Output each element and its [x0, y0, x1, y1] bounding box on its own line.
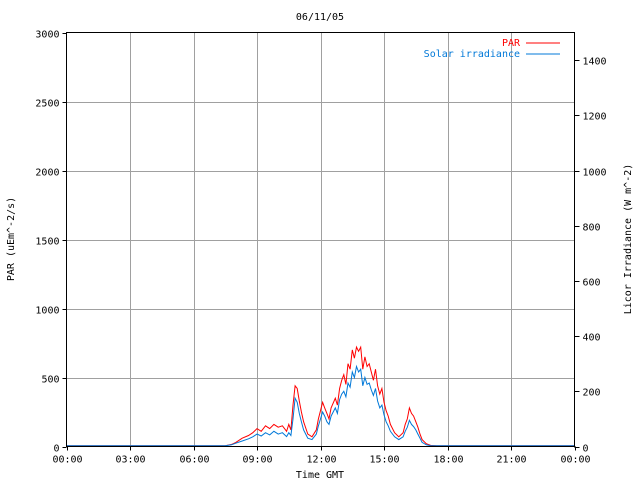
y2-tick-label: 1200 — [583, 112, 607, 123]
y2-tick-label: 1000 — [583, 168, 607, 179]
series-line-par — [66, 345, 575, 447]
chart: 00:00 03:00 06:00 09:00 12:00 15:00 18:00 21:00… — [6, 12, 634, 480]
y2-tick-label: 1400 — [583, 57, 607, 68]
y-tick-label: 2000 — [35, 168, 59, 179]
y-tick-label: 500 — [41, 375, 59, 386]
y-tick-label: 1500 — [35, 237, 59, 248]
plot-frame — [66, 32, 575, 447]
legend-label-solar: Solar irradiance — [424, 49, 520, 60]
y-tick-label: 1000 — [35, 306, 59, 317]
x-axis-label: Time GMT — [296, 470, 344, 480]
x-tick-label: 15:00 — [369, 455, 399, 466]
y-axis-label: PAR (uEm^-2/s) — [6, 197, 17, 281]
y2-tick-label: 800 — [583, 223, 601, 234]
y2-tick-label: 200 — [583, 388, 601, 399]
y2-axis-label: Licor Irradiance (W m^-2) — [623, 164, 634, 315]
y-tick-label: 3000 — [35, 30, 59, 41]
x-tick-label: 09:00 — [242, 455, 272, 466]
legend-label-par: PAR — [502, 38, 521, 49]
x-tick-label: 00:00 — [52, 455, 82, 466]
x-tick-label: 12:00 — [306, 455, 336, 466]
chart-title: 06/11/05 — [296, 12, 344, 23]
x-tick-label: 06:00 — [179, 455, 209, 466]
y2-tick-label: 600 — [583, 278, 601, 289]
x-tick-label: 03:00 — [115, 455, 145, 466]
y2-tick-label: 400 — [583, 333, 601, 344]
y2-tick-label: 0 — [583, 444, 589, 455]
y-tick-label: 2500 — [35, 99, 59, 110]
x-tick-label: 18:00 — [433, 455, 463, 466]
series-layer — [66, 345, 575, 447]
grid — [66, 32, 575, 447]
x-tick-label: 21:00 — [496, 455, 526, 466]
x-tick-label: 00:00 — [560, 455, 590, 466]
y-tick-label: 0 — [53, 444, 59, 455]
legend: PAR Solar irradiance — [424, 38, 560, 60]
